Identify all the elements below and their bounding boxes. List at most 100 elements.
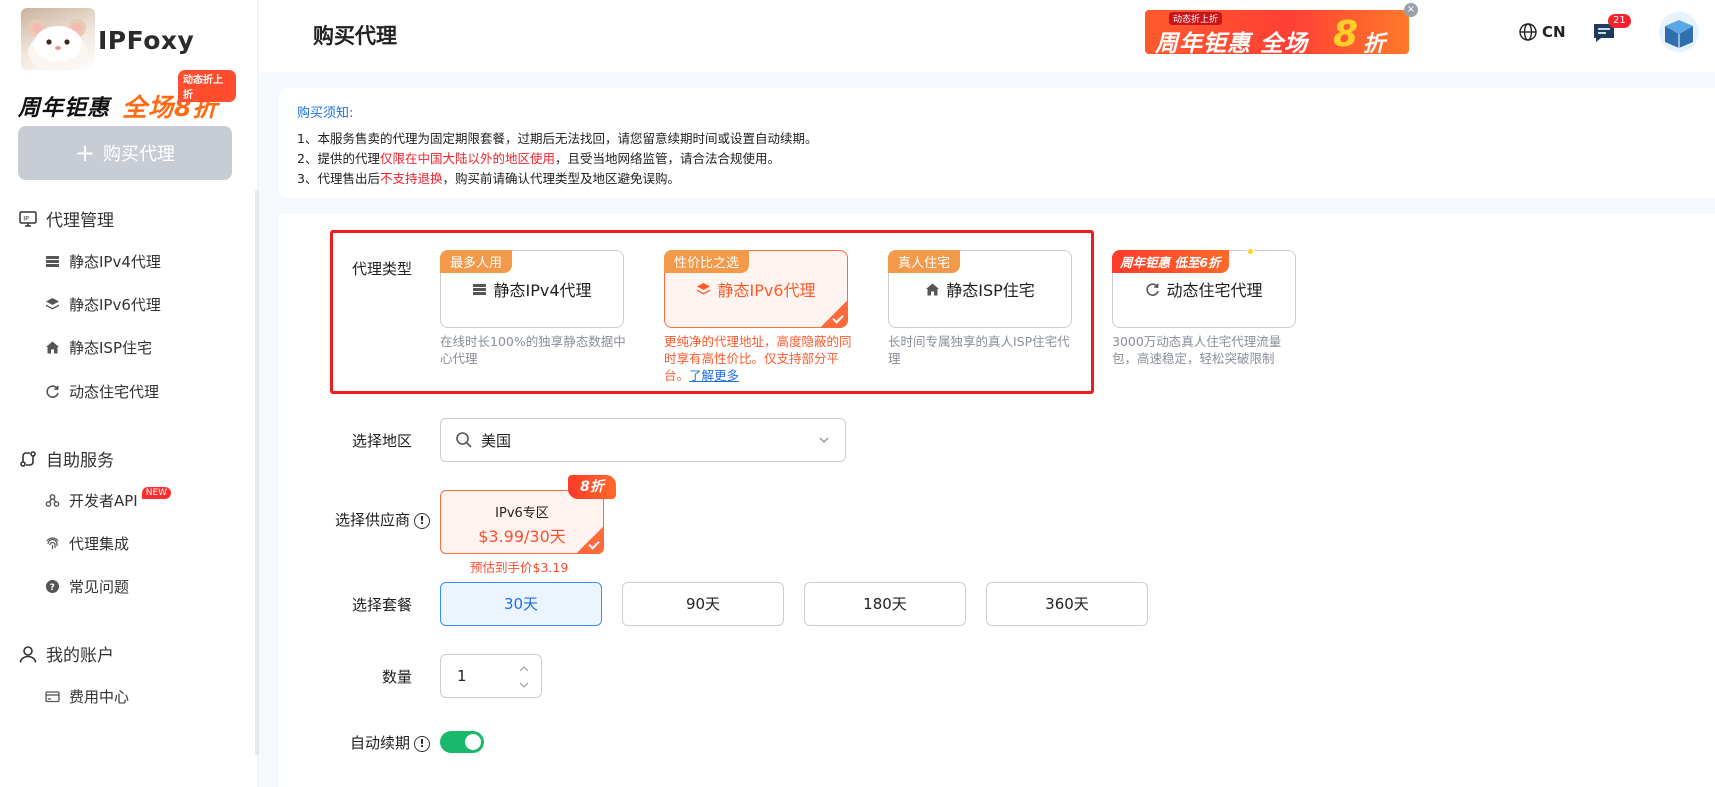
quantity-stepper[interactable]: 1 xyxy=(440,654,542,698)
sidebar-scrollbar[interactable] xyxy=(255,190,259,755)
sidebar-item-label: 常见问题 xyxy=(69,578,130,596)
layers-icon xyxy=(697,282,711,294)
banner-suffix: 折 xyxy=(1363,32,1386,54)
promo-dot-icon xyxy=(1247,248,1254,255)
notice-line-2: 2、提供的代理仅限在中国大陆以外的地区使用，且受当地网络监管，请合法合规使用。 xyxy=(297,149,1697,169)
notice-highlight: 不支持退换 xyxy=(379,171,443,186)
selected-check-icon xyxy=(820,300,848,328)
proxy-type-static-isp[interactable]: 真人住宅 静态ISP住宅 xyxy=(888,250,1072,328)
info-icon[interactable]: ! xyxy=(414,512,430,529)
supplier-name: IPv6专区 xyxy=(495,506,549,521)
proxy-type-static-ipv4[interactable]: 最多人用 静态IPv4代理 xyxy=(440,250,624,328)
sidebar-item-billing[interactable]: 费用中心 xyxy=(45,686,129,707)
sidebar-item-developer-api[interactable]: 开发者API NEW xyxy=(45,486,172,511)
banner-text: 周年钜惠 全场 xyxy=(1155,31,1309,54)
search-icon xyxy=(456,432,472,448)
selected-check-icon xyxy=(576,526,604,554)
supplier-discount-tag: 8折 xyxy=(568,475,616,499)
info-icon[interactable]: ! xyxy=(414,735,430,752)
proxy-type-name: 静态ISP住宅 xyxy=(946,281,1035,300)
proxy-type-tag: 真人住宅 xyxy=(888,250,961,273)
language-label: CN xyxy=(1542,23,1566,41)
chevron-up-icon[interactable] xyxy=(519,665,529,673)
sidebar-item-proxy-integration[interactable]: 代理集成 xyxy=(45,533,129,554)
region-select[interactable]: 美国 xyxy=(440,418,846,462)
proxy-type-desc: 长时间专属独享的真人ISP住宅代理 xyxy=(888,334,1070,366)
auto-renew-toggle[interactable] xyxy=(440,731,484,753)
banner-close-icon[interactable]: × xyxy=(1404,3,1418,17)
banner-number: 8 xyxy=(1333,14,1359,54)
refresh-icon xyxy=(46,385,59,398)
supplier-label-wrap: 选择供应商! xyxy=(300,509,430,530)
server-icon xyxy=(473,283,487,295)
notice-title: 购买须知: xyxy=(297,106,354,121)
notice-text: ，且受当地网络监管，请合法合规使用。 xyxy=(554,151,780,166)
nav-group-self-service[interactable]: 自助服务 xyxy=(18,446,114,471)
nav-group-label: 自助服务 xyxy=(46,451,114,471)
notice-line-3: 3、代理售出后不支持退换，购买前请确认代理类型及地区避免误购。 xyxy=(297,169,1697,189)
home-icon xyxy=(926,283,940,295)
sidebar-item-static-ipv4[interactable]: 静态IPv4代理 xyxy=(45,251,161,272)
buy-proxy-button[interactable]: + 购买代理 xyxy=(18,126,232,180)
sidebar-item-dynamic-residential[interactable]: 动态住宅代理 xyxy=(45,381,159,402)
card-icon xyxy=(45,691,60,703)
plan-option-90[interactable]: 90天 xyxy=(622,582,784,626)
supplier-estimated-price: 预估到手价$3.19 xyxy=(470,560,569,575)
proxy-type-desc: 在线时长100%的独享静态数据中心代理 xyxy=(440,334,626,366)
plus-icon: + xyxy=(74,139,96,167)
sidebar-item-static-ipv6[interactable]: 静态IPv6代理 xyxy=(45,294,161,315)
proxy-type-static-ipv6[interactable]: 性价比之选 静态IPv6代理 xyxy=(664,250,848,328)
proxy-type-name: 静态IPv6代理 xyxy=(717,281,816,300)
nav-group-label: 代理管理 xyxy=(46,211,114,231)
language-switcher[interactable]: CN xyxy=(1518,22,1566,42)
auto-renew-label: 自动续期 xyxy=(349,734,410,752)
sidebar-item-label: 代理集成 xyxy=(69,535,130,553)
notice-text: 3、代理售出后 xyxy=(297,171,380,186)
notice-text: ，购买前请确认代理类型及地区避免误购。 xyxy=(442,171,680,186)
proxy-type-desc: 更纯净的代理地址，高度隐蔽的同时享有高性价比。仅支持部分平台。了解更多 xyxy=(664,333,854,384)
supplier-option-ipv6[interactable]: IPv6专区 $3.99/30天 xyxy=(440,490,604,554)
api-icon xyxy=(45,494,60,507)
auto-renew-label-wrap: 自动续期! xyxy=(300,732,430,753)
proxy-type-name: 动态住宅代理 xyxy=(1166,281,1263,300)
plan-option-360[interactable]: 360天 xyxy=(986,582,1148,626)
notice-highlight: 仅限在中国大陆以外的地区使用 xyxy=(379,151,555,166)
server-icon xyxy=(46,256,59,267)
chevron-down-icon xyxy=(819,437,829,444)
proxy-type-dynamic-residential[interactable]: 周年钜惠 低至6折 动态住宅代理 xyxy=(1112,248,1296,328)
svg-text:IP: IP xyxy=(23,214,29,222)
user-avatar[interactable] xyxy=(1659,12,1699,52)
sidebar-promo-banner[interactable]: 周年钜惠 全场8折 动态折上折 xyxy=(16,70,236,122)
svg-text:?: ? xyxy=(50,583,55,593)
plan-label: 选择套餐 xyxy=(351,596,412,614)
proxy-type-tag: 性价比之选 xyxy=(664,250,750,273)
new-badge: NEW xyxy=(141,486,172,499)
learn-more-link[interactable]: 了解更多 xyxy=(689,368,739,383)
nav-group-proxy-management[interactable]: IP 代理管理 xyxy=(18,206,114,231)
home-icon xyxy=(46,341,59,354)
sidebar-item-label: 动态住宅代理 xyxy=(69,383,160,401)
sidebar: IPFoxy 周年钜惠 全场8折 动态折上折 + 购买代理 IP 代理管理 静态… xyxy=(0,0,259,787)
user-icon xyxy=(19,645,37,663)
proxy-type-promo-tag: 周年钜惠 低至6折 xyxy=(1112,250,1229,273)
promo-tag: 动态折上折 xyxy=(178,70,236,102)
fingerprint-icon xyxy=(46,537,59,549)
chevron-down-icon[interactable] xyxy=(519,681,529,689)
sidebar-item-static-isp[interactable]: 静态ISP住宅 xyxy=(45,337,152,358)
supplier-label: 选择供应商 xyxy=(334,511,410,529)
plan-option-180[interactable]: 180天 xyxy=(804,582,966,626)
sidebar-item-label: 开发者API xyxy=(69,492,138,510)
buy-proxy-label: 购买代理 xyxy=(103,144,176,165)
anniversary-promo-banner[interactable]: 动态折上折 周年钜惠 全场 8 折 xyxy=(1145,10,1409,54)
plan-option-30[interactable]: 30天 xyxy=(440,582,602,626)
nav-group-my-account[interactable]: 我的账户 xyxy=(18,641,114,666)
region-value: 美国 xyxy=(481,431,512,450)
globe-icon xyxy=(1519,23,1537,41)
brand-name: IPFoxy xyxy=(98,26,195,55)
layers-icon xyxy=(46,298,59,310)
proxy-type-label: 代理类型 xyxy=(351,260,412,278)
sidebar-item-faq[interactable]: ? 常见问题 xyxy=(45,576,129,597)
sidebar-item-label: 静态IPv6代理 xyxy=(69,296,161,314)
sidebar-item-label: 静态ISP住宅 xyxy=(69,339,152,357)
proxy-type-desc: 3000万动态真人住宅代理流量包，高速稳定，轻松突破限制 xyxy=(1112,334,1282,366)
